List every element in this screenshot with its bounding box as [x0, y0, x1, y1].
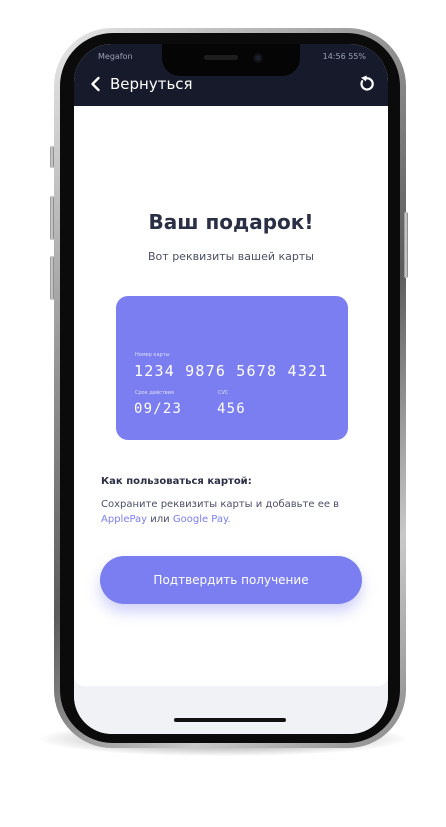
top-bar: Megafon 14:56 55% Вернуться — [74, 44, 388, 106]
status-carrier: Megafon — [98, 52, 133, 61]
refresh-icon[interactable] — [356, 74, 376, 94]
card-expiry: 09/23 — [134, 401, 183, 417]
status-time-battery: 14:56 55% — [322, 52, 366, 61]
howto-title: Как пользоваться картой: — [101, 476, 252, 487]
card-number: 1234 9876 5678 4321 — [134, 362, 329, 380]
bottom-area — [74, 676, 388, 734]
phone-screen: Megafon 14:56 55% Вернуться Ваш подарок!… — [74, 44, 388, 734]
howto-or: или — [150, 514, 170, 525]
content-edge — [74, 676, 388, 686]
power-button — [404, 212, 408, 278]
volume-up-button — [50, 196, 54, 240]
card-expiry-label: Срок действия — [135, 390, 174, 396]
card-cvc-label: CVC — [218, 390, 229, 396]
page-title: Ваш подарок! — [148, 210, 314, 234]
gift-card: Номер карты 1234 9876 5678 4321 Срок дей… — [116, 296, 348, 440]
card-cvc: 456 — [217, 401, 246, 417]
howto-text-main: Сохраните реквизиты карты и добавьте ее … — [101, 499, 340, 510]
home-indicator[interactable] — [174, 718, 286, 722]
back-button[interactable]: Вернуться — [86, 72, 193, 96]
speaker-grille — [204, 55, 238, 60]
card-number-label: Номер карты — [135, 352, 170, 358]
front-camera — [253, 53, 263, 63]
back-label: Вернуться — [110, 75, 193, 93]
mute-switch — [50, 146, 54, 168]
howto-period: . — [227, 514, 231, 525]
gift-content: Ваш подарок! Вот реквизиты вашей карты Н… — [74, 106, 388, 686]
howto-text: Сохраните реквизиты карты и добавьте ее … — [101, 497, 363, 527]
googlepay-link[interactable]: Google Pay — [173, 514, 228, 525]
applepay-link[interactable]: ApplePay — [101, 514, 147, 525]
chevron-left-icon — [91, 76, 100, 92]
volume-down-button — [50, 256, 54, 300]
page-subtitle: Вот реквизиты вашей карты — [148, 250, 314, 263]
confirm-button[interactable]: Подтвердить получение — [100, 556, 362, 604]
